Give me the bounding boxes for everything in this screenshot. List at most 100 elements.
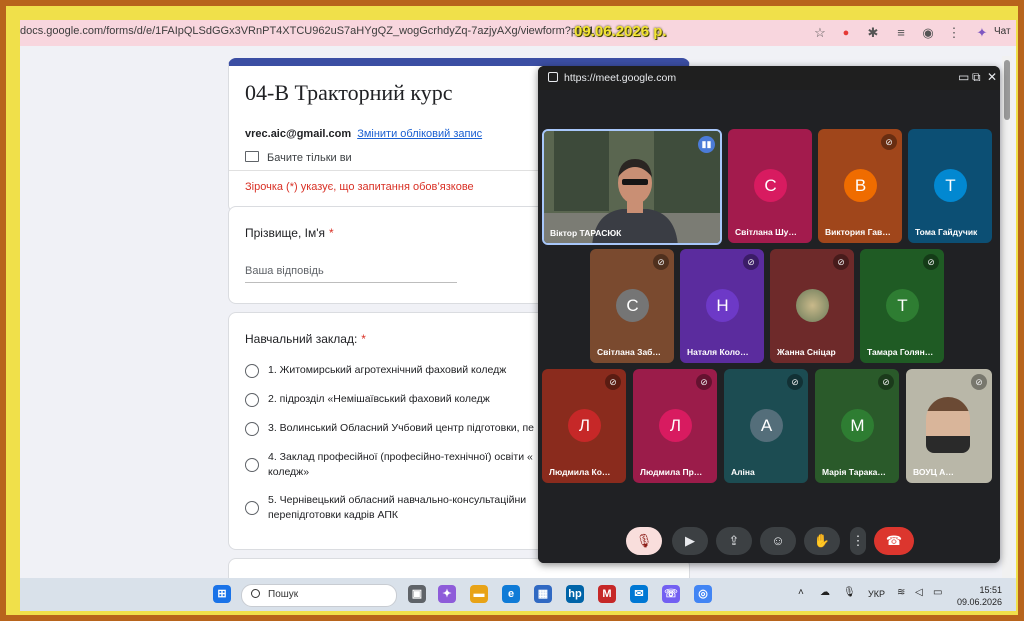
participant-tile[interactable]: Л Людмила Ко… ⊘	[542, 369, 626, 483]
participant-tile[interactable]: С Світлана Заб… ⊘	[590, 249, 674, 363]
participant-tile[interactable]: Жанна Сніцар ⊘	[770, 249, 854, 363]
mic-off-button[interactable]: 🎙	[626, 527, 662, 555]
raise-hand-button[interactable]: ✋	[804, 527, 840, 555]
clock[interactable]: 15:51 09.06.2026	[956, 584, 1002, 608]
emoji-button[interactable]: ☺	[760, 527, 796, 555]
leave-call-button[interactable]: ☎	[874, 527, 914, 555]
participant-name: Тома Гайдучик	[915, 227, 978, 237]
radio-button[interactable]	[245, 364, 259, 378]
question-label: Навчальний заклад:	[245, 332, 358, 346]
muted-mic-icon: ⊘	[923, 254, 939, 270]
close-icon[interactable]: ✕	[987, 70, 997, 84]
required-star: *	[361, 332, 366, 346]
cloud-icon[interactable]: ☁	[820, 587, 830, 598]
battery-icon[interactable]: ▭	[933, 587, 942, 598]
file-explorer-icon[interactable]: ▬	[470, 585, 488, 603]
participant-tile[interactable]: ВОУЦ А… ⊘	[906, 369, 992, 483]
participant-name: Світлана Шу…	[735, 227, 797, 237]
favorites-icon[interactable]: ≡	[893, 25, 909, 41]
option-label: 5. Чернівецький обласний навчально-консу…	[268, 494, 527, 506]
option-label-line2: перепідготовки кадрів АПК	[268, 509, 399, 521]
chrome-icon[interactable]: ◎	[694, 585, 712, 603]
clock-date: 09.06.2026	[956, 597, 1002, 607]
task-view-icon[interactable]: ▣	[408, 585, 426, 603]
photo-frame-inner: docs.google.com/forms/d/e/1FAIpQLSdGGx3V…	[6, 6, 1018, 615]
language-indicator[interactable]: УКР	[868, 589, 885, 599]
microphone-icon[interactable]: 🎙	[843, 587, 856, 598]
camera-button[interactable]: ▶	[672, 527, 708, 555]
participant-name: Людмила Ко…	[549, 467, 611, 477]
question-label: Прізвище, Ім'я	[245, 226, 325, 240]
adblock-icon[interactable]: ●	[838, 25, 854, 41]
participant-tile[interactable]: Н Наталя Коло… ⊘	[680, 249, 764, 363]
restore-icon[interactable]: ⧉	[972, 70, 981, 85]
participant-tile[interactable]: В Виктория Гав… ⊘	[818, 129, 902, 243]
speaker-tile[interactable]: Віктор ТАРАСЮК ▮▮	[542, 129, 722, 245]
participant-tile[interactable]: Т Тамара Голян… ⊘	[860, 249, 944, 363]
participant-tile[interactable]: А Аліна ⊘	[724, 369, 808, 483]
participant-tile[interactable]: Л Людмила Пр… ⊘	[633, 369, 717, 483]
participant-avatar: С	[754, 169, 787, 202]
taskbar-search[interactable]: Пошук	[241, 584, 397, 607]
form-title: 04-В Тракторний курс	[245, 80, 453, 105]
participant-avatar: Л	[659, 409, 692, 442]
scrollbar-thumb[interactable]	[1004, 60, 1010, 120]
volume-icon[interactable]: ◁	[915, 587, 923, 598]
edge-icon[interactable]: e	[502, 585, 520, 603]
more-menu-icon[interactable]: ⋮	[946, 25, 962, 41]
participant-name: Світлана Заб…	[597, 347, 661, 357]
muted-mic-icon: ⊘	[971, 374, 987, 390]
option-label: 3. Волинський Обласний Учбовий центр під…	[268, 422, 535, 434]
participant-tile[interactable]: Т Тома Гайдучик	[908, 129, 992, 243]
browser-address-bar[interactable]: docs.google.com/forms/d/e/1FAIpQLSdGGx3V…	[20, 20, 1016, 46]
star-icon[interactable]: ☆	[812, 25, 828, 41]
profile-icon[interactable]: ◉	[920, 25, 936, 41]
participant-name: ВОУЦ А…	[913, 467, 954, 477]
extensions-icon[interactable]: ✱	[865, 25, 881, 41]
date-overlay: 09.06.2026 р.	[574, 23, 667, 40]
meet-grid: Віктор ТАРАСЮК ▮▮ С Світлана Шу… В Виктория…	[538, 90, 1000, 563]
clock-time: 15:51	[979, 585, 1002, 595]
mcafee-icon[interactable]: M	[598, 585, 616, 603]
copilot-app-icon[interactable]: ✦	[438, 585, 456, 603]
copilot-icon[interactable]: ✦	[974, 25, 990, 41]
participant-name: Аліна	[731, 467, 755, 477]
participant-avatar	[926, 397, 970, 453]
wifi-icon[interactable]: ≋	[897, 587, 905, 598]
participant-tile[interactable]: С Світлана Шу…	[728, 129, 812, 243]
muted-mic-icon: ⊘	[743, 254, 759, 270]
chevron-up-icon[interactable]: ˄	[798, 587, 804, 598]
hp-icon[interactable]: hp	[566, 585, 584, 603]
participant-name: Жанна Сніцар	[777, 347, 836, 357]
muted-mic-icon: ⊘	[653, 254, 669, 270]
more-options-button[interactable]: ⋮	[850, 527, 866, 555]
meet-window[interactable]: https://meet.google.com ▭ ⧉ ✕ Віктор ТАР…	[538, 66, 1000, 563]
participant-name: Виктория Гав…	[825, 227, 891, 237]
chat-label[interactable]: Чат	[994, 26, 1011, 37]
present-button[interactable]: ⇪	[716, 527, 752, 555]
visibility-line: Бачите тільки ви	[245, 151, 352, 164]
page-scrollbar[interactable]	[1002, 56, 1012, 578]
search-icon	[251, 589, 260, 598]
mail-app-icon[interactable]: ✉	[630, 585, 648, 603]
answer-input[interactable]: Ваша відповідь	[245, 265, 457, 283]
url-text[interactable]: docs.google.com/forms/d/e/1FAIpQLSdGGx3V…	[20, 25, 594, 37]
question-title: Прізвище, Ім'я *	[245, 226, 334, 240]
muted-mic-icon: ⊘	[881, 134, 897, 150]
muted-mic-icon: ⊘	[605, 374, 621, 390]
radio-button[interactable]	[245, 422, 259, 436]
camera-small-icon[interactable]: ▭	[958, 70, 969, 84]
store-icon[interactable]: ▦	[534, 585, 552, 603]
participant-tile[interactable]: М Марія Тарака… ⊘	[815, 369, 899, 483]
radio-button[interactable]	[245, 458, 259, 472]
viber-icon[interactable]: ☏	[662, 585, 680, 603]
speaker-name: Віктор ТАРАСЮК	[550, 228, 622, 238]
meet-title-bar[interactable]: https://meet.google.com ▭ ⧉ ✕	[538, 66, 1000, 90]
radio-button[interactable]	[245, 501, 259, 515]
muted-mic-icon: ⊘	[878, 374, 894, 390]
switch-account-link[interactable]: Змінити обліковий запис	[357, 128, 482, 140]
start-button[interactable]: ⊞	[213, 585, 231, 603]
muted-mic-icon: ⊘	[787, 374, 803, 390]
participant-avatar: М	[841, 409, 874, 442]
radio-button[interactable]	[245, 393, 259, 407]
